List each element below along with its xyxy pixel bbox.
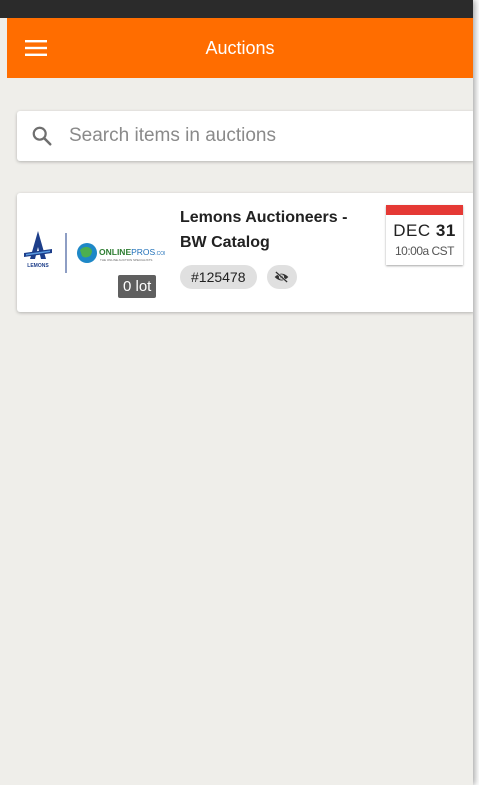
app-bar: Auctions (7, 18, 473, 78)
date-month: DEC (393, 221, 431, 240)
auction-title: Lemons Auctioneers - BW Catalog (180, 205, 380, 255)
auction-date: DEC 31 10:00a CST (386, 205, 463, 265)
auction-time: 10:00a CST (394, 244, 455, 258)
search-icon (32, 126, 52, 146)
visibility-chip[interactable] (266, 265, 297, 289)
lot-count-badge: 0 lot (118, 275, 157, 298)
date-day: 31 (435, 221, 456, 240)
calendar-top-bar (386, 205, 463, 215)
search-bar[interactable] (17, 111, 473, 161)
auction-title-line1: Lemons Auctioneers - (180, 209, 348, 226)
app-screen: Auctions LEMONS ONLINEPROS.COM (0, 0, 473, 785)
auction-logo: LEMONS ONLINEPROS.COM THE ONLINE AUCTION… (20, 223, 168, 275)
auction-title-line2: BW Catalog (180, 234, 270, 251)
status-bar (0, 0, 473, 18)
page-title: Auctions (205, 37, 275, 58)
auction-card[interactable]: LEMONS ONLINEPROS.COM THE ONLINE AUCTION… (17, 193, 473, 312)
eye-off-icon (274, 271, 289, 283)
lemons-onlinepros-logo: LEMONS ONLINEPROS.COM THE ONLINE AUCTION… (24, 231, 168, 273)
auction-chips: #125478 (180, 265, 297, 289)
svg-text:THE ONLINE AUCTION SPECIALISTS: THE ONLINE AUCTION SPECIALISTS (100, 258, 152, 262)
auction-id-chip: #125478 (180, 265, 257, 289)
svg-text:LEMONS: LEMONS (27, 263, 49, 269)
menu-button[interactable] (7, 18, 65, 78)
hamburger-menu-icon (25, 40, 47, 56)
date-label: DEC 31 (386, 221, 463, 241)
svg-text:ONLINEPROS.COM: ONLINEPROS.COM (99, 247, 165, 257)
search-input[interactable] (67, 124, 451, 148)
